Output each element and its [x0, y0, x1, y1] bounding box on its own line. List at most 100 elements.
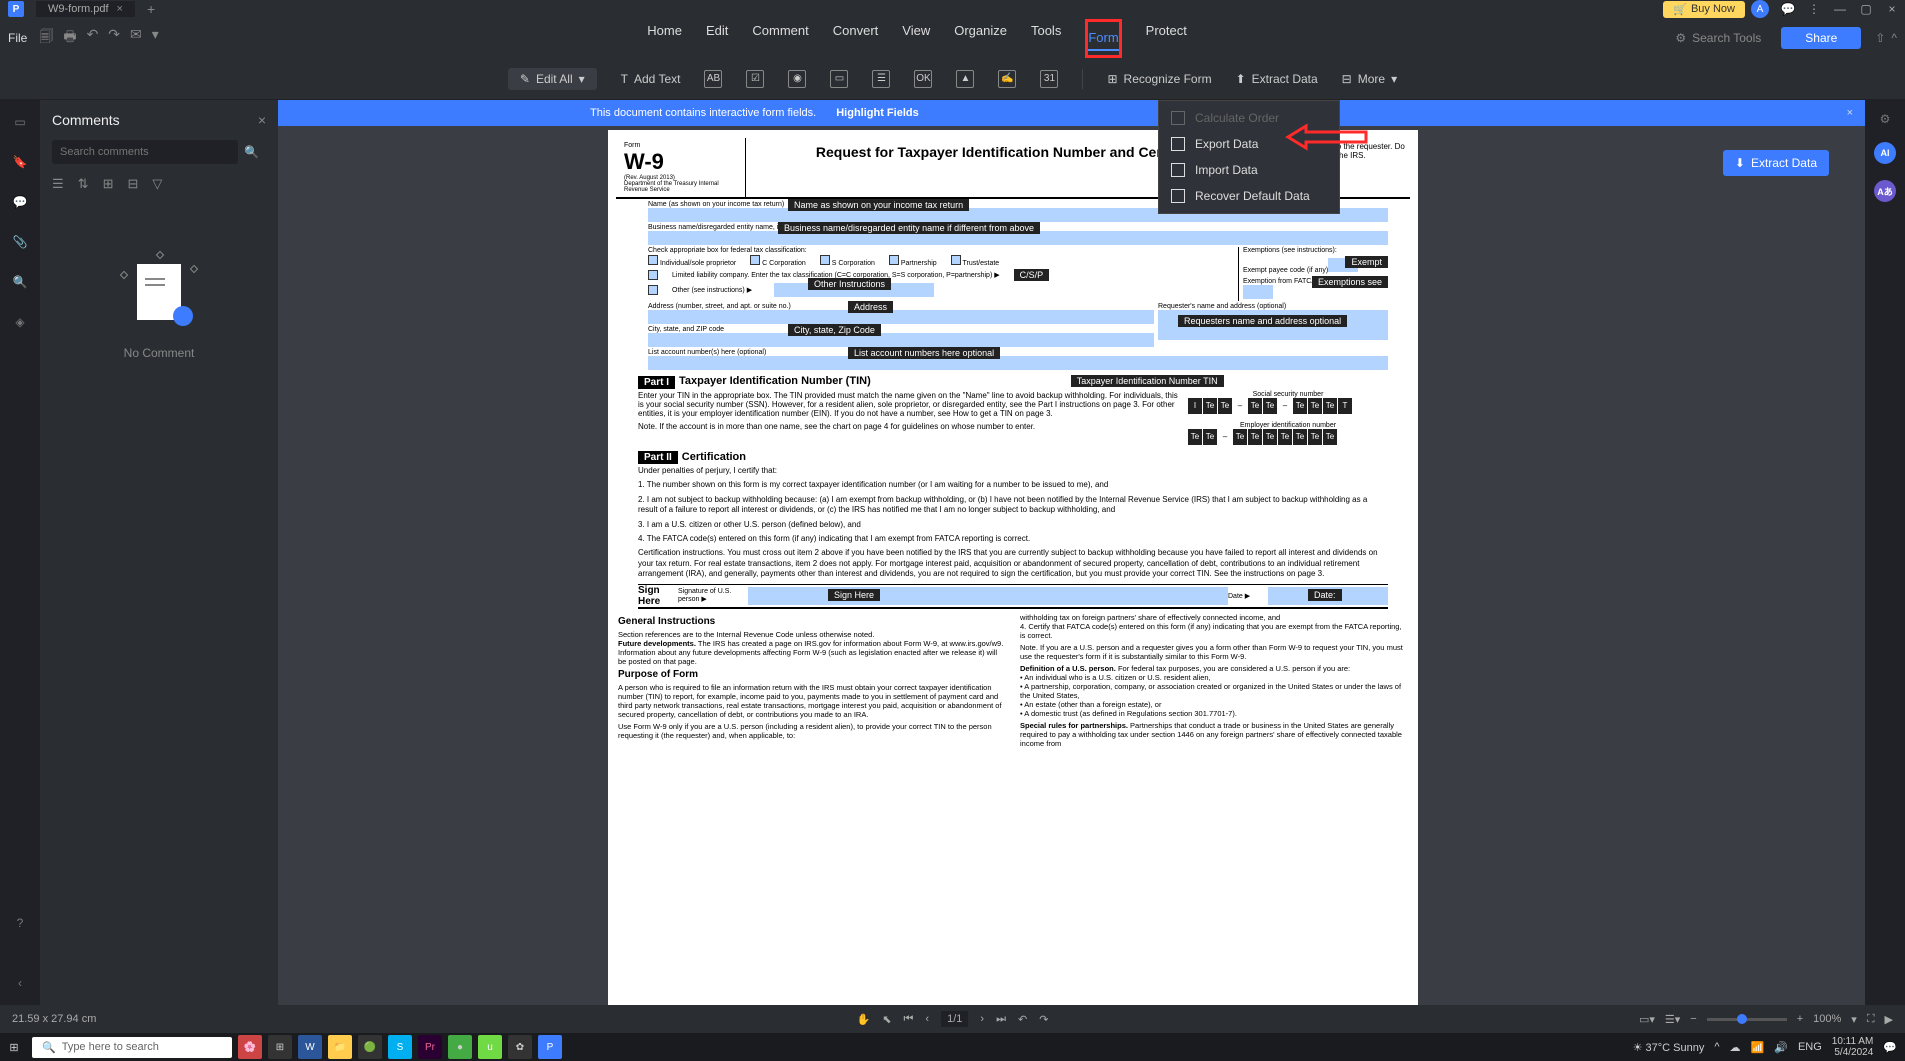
- sort-icon[interactable]: ⇅: [78, 176, 89, 192]
- layers-panel-icon[interactable]: ◈: [10, 312, 30, 332]
- text-field-tool[interactable]: AB: [704, 70, 722, 88]
- expand-icon[interactable]: ^: [1891, 31, 1897, 45]
- language-indicator[interactable]: ENG: [1798, 1041, 1822, 1053]
- collapse-icon[interactable]: ‹: [10, 973, 30, 993]
- tab-view[interactable]: View: [902, 19, 930, 58]
- taskbar-app-1[interactable]: 🌸: [238, 1035, 262, 1059]
- ein-boxes[interactable]: TeTe–TeTeTeTeTeTeTe: [1188, 429, 1337, 445]
- close-panel-icon[interactable]: ×: [258, 112, 266, 128]
- save-icon[interactable]: 🗐: [39, 26, 53, 50]
- tab-comment[interactable]: Comment: [752, 19, 808, 58]
- comments-search-input[interactable]: [52, 140, 238, 164]
- chevron-down-icon[interactable]: ▾: [152, 26, 159, 50]
- collapse-icon[interactable]: ⊟: [127, 176, 138, 192]
- image-tool[interactable]: ▲: [956, 70, 974, 88]
- edit-all-button[interactable]: ✎Edit All▾: [508, 68, 597, 90]
- acct-field[interactable]: [648, 356, 1388, 370]
- taskbar-search[interactable]: 🔍Type here to search: [32, 1037, 232, 1058]
- pdfelement-taskbar-icon[interactable]: P: [538, 1035, 562, 1059]
- llc-checkbox[interactable]: [648, 270, 658, 280]
- chat-icon[interactable]: 💬: [1775, 0, 1801, 18]
- button-tool[interactable]: OK: [914, 70, 932, 88]
- undo-icon[interactable]: ↶: [87, 26, 99, 50]
- ccorp-checkbox[interactable]: [750, 255, 760, 265]
- redo-icon[interactable]: ↷: [108, 26, 120, 50]
- task-view-icon[interactable]: ⊞: [268, 1035, 292, 1059]
- chrome-icon[interactable]: 🟢: [358, 1035, 382, 1059]
- zoom-in-icon[interactable]: +: [1797, 1013, 1803, 1025]
- wifi-icon[interactable]: 📶: [1751, 1041, 1765, 1054]
- highlight-fields-link[interactable]: Highlight Fields: [836, 107, 919, 119]
- date-tool[interactable]: 31: [1040, 70, 1058, 88]
- volume-icon[interactable]: 🔊: [1774, 1041, 1788, 1054]
- fit-page-icon[interactable]: ▭▾: [1639, 1013, 1655, 1026]
- app-misc-icon[interactable]: ✿: [508, 1035, 532, 1059]
- tab-tools[interactable]: Tools: [1031, 19, 1061, 58]
- tab-organize[interactable]: Organize: [954, 19, 1007, 58]
- app-icon[interactable]: P: [8, 1, 24, 17]
- listbox-tool[interactable]: ☰: [872, 70, 890, 88]
- tab-form-highlighted[interactable]: Form: [1085, 19, 1121, 58]
- partnership-checkbox[interactable]: [889, 255, 899, 265]
- fullscreen-icon[interactable]: ⛶: [1867, 1013, 1875, 1026]
- tab-form[interactable]: Form: [1088, 26, 1118, 51]
- radio-tool[interactable]: ◉: [788, 70, 806, 88]
- fatca-field[interactable]: [1243, 285, 1273, 299]
- address-field[interactable]: [648, 310, 1154, 324]
- checkbox-tool[interactable]: ☑: [746, 70, 764, 88]
- comment-panel-icon[interactable]: 💬: [10, 192, 30, 212]
- rotate-left-icon[interactable]: ↶: [1018, 1013, 1027, 1026]
- thumbnail-panel-icon[interactable]: ▭: [10, 112, 30, 132]
- upwork-icon[interactable]: u: [478, 1035, 502, 1059]
- notifications-icon[interactable]: 💬: [1883, 1041, 1897, 1054]
- more-button[interactable]: ⊟More▾: [1342, 72, 1397, 86]
- first-page-icon[interactable]: ⏮: [904, 1013, 914, 1026]
- read-mode-icon[interactable]: ☰▾: [1665, 1013, 1680, 1026]
- minimize-button[interactable]: —: [1827, 0, 1853, 18]
- tray-chevron-icon[interactable]: ^: [1714, 1041, 1719, 1053]
- buy-now-button[interactable]: 🛒 Buy Now: [1663, 1, 1745, 18]
- document-viewport[interactable]: This document contains interactive form …: [278, 100, 1865, 1005]
- expand-icon[interactable]: ⊞: [103, 176, 114, 192]
- prev-page-icon[interactable]: ‹: [925, 1013, 929, 1025]
- user-avatar[interactable]: A: [1751, 0, 1769, 18]
- next-page-icon[interactable]: ›: [980, 1013, 984, 1025]
- properties-icon[interactable]: ⚙: [1880, 112, 1891, 126]
- close-tab-icon[interactable]: ×: [117, 3, 123, 15]
- mail-icon[interactable]: ✉: [130, 26, 142, 50]
- word-icon[interactable]: W: [298, 1035, 322, 1059]
- presentation-icon[interactable]: ▶: [1885, 1013, 1893, 1026]
- rotate-right-icon[interactable]: ↷: [1039, 1013, 1048, 1026]
- add-tab-button[interactable]: +: [147, 1, 155, 17]
- select-tool-icon[interactable]: ⬉: [882, 1013, 891, 1026]
- dropdown-tool[interactable]: ▭: [830, 70, 848, 88]
- ai-translate-icon[interactable]: Aあ: [1874, 180, 1896, 202]
- document-tab[interactable]: W9-form.pdf ×: [36, 1, 135, 17]
- zoom-slider[interactable]: [1707, 1018, 1787, 1021]
- help-icon[interactable]: ?: [10, 913, 30, 933]
- weather-widget[interactable]: ☀ 37°C Sunny: [1633, 1041, 1705, 1054]
- menu-import-data[interactable]: Import Data: [1159, 157, 1339, 183]
- start-button[interactable]: ⊞: [0, 1041, 28, 1054]
- tab-convert[interactable]: Convert: [833, 19, 879, 58]
- print-icon[interactable]: 🖶: [63, 26, 76, 50]
- file-menu[interactable]: File: [8, 31, 27, 45]
- skype-icon[interactable]: S: [388, 1035, 412, 1059]
- trust-checkbox[interactable]: [951, 255, 961, 265]
- floating-extract-button[interactable]: ⬇ Extract Data: [1723, 150, 1829, 176]
- extract-data-button[interactable]: ⬆Extract Data: [1236, 72, 1318, 86]
- kebab-icon[interactable]: ⋮: [1801, 0, 1827, 18]
- filter-list-icon[interactable]: ☰: [52, 176, 64, 192]
- upload-icon[interactable]: ⇧: [1875, 31, 1885, 45]
- search-tools[interactable]: ⚙ Search Tools: [1675, 31, 1761, 45]
- add-text-button[interactable]: TAdd Text: [621, 72, 681, 86]
- tab-protect[interactable]: Protect: [1146, 19, 1187, 58]
- clock[interactable]: 10:11 AM5/4/2024: [1832, 1036, 1874, 1058]
- onedrive-icon[interactable]: ☁: [1730, 1041, 1741, 1054]
- close-banner-icon[interactable]: ×: [1847, 107, 1853, 119]
- close-window-button[interactable]: ×: [1879, 0, 1905, 18]
- premiere-icon[interactable]: Pr: [418, 1035, 442, 1059]
- ssn-boxes[interactable]: ITeTe–TeTe–TeTeTeT: [1188, 398, 1352, 414]
- search-panel-icon[interactable]: 🔍: [10, 272, 30, 292]
- tab-edit[interactable]: Edit: [706, 19, 728, 58]
